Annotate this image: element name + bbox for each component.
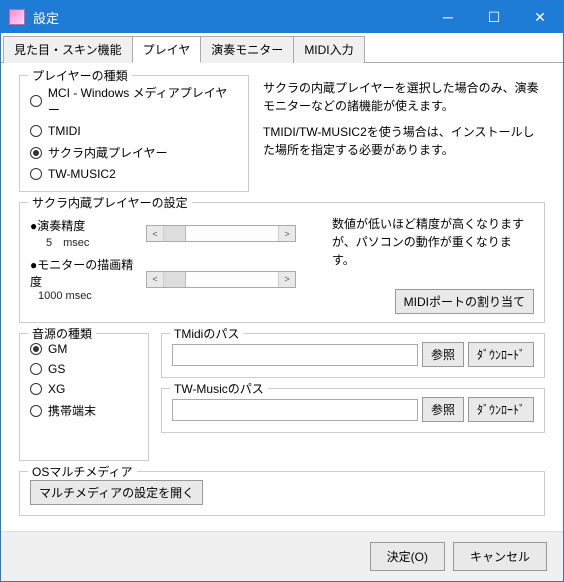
- dialog-footer: 決定(O) キャンセル: [1, 531, 563, 581]
- player-type-legend: プレイヤーの種類: [28, 67, 132, 84]
- source-legend: 音源の種類: [28, 325, 96, 342]
- radio-label: GS: [48, 362, 65, 376]
- radio-icon: [30, 95, 42, 107]
- player-type-group: プレイヤーの種類 MCI - Windows メディアプレイヤー TMIDI サ…: [19, 75, 249, 192]
- app-icon: [9, 9, 25, 25]
- radio-label: MCI - Windows メディアプレイヤー: [48, 84, 238, 118]
- tmidi-legend: TMidiのパス: [170, 325, 243, 342]
- radio-xg[interactable]: XG: [30, 382, 138, 396]
- radio-icon: [30, 383, 42, 395]
- precision-label: ●演奏精度: [30, 217, 138, 234]
- radio-icon: [30, 168, 42, 180]
- window-controls: ─ ☐ ✕: [425, 1, 563, 33]
- tmidi-download-button[interactable]: ﾀﾞｳﾝﾛｰﾄﾞ: [468, 342, 534, 367]
- radio-icon: [30, 405, 42, 417]
- radio-sakura[interactable]: サクラ内蔵プレイヤー: [30, 144, 238, 161]
- radio-label: 携帯端末: [48, 402, 96, 419]
- radio-label: サクラ内蔵プレイヤー: [48, 144, 168, 161]
- slider-left-icon[interactable]: <: [147, 272, 164, 287]
- window-title: 設定: [33, 8, 425, 27]
- tab-midi-input[interactable]: MIDI入力: [293, 36, 364, 63]
- close-button[interactable]: ✕: [517, 1, 563, 33]
- tmidi-path-input[interactable]: [172, 344, 418, 366]
- radio-label: GM: [48, 342, 67, 356]
- radio-gm[interactable]: GM: [30, 342, 138, 356]
- radio-icon: [30, 343, 42, 355]
- maximize-button[interactable]: ☐: [471, 1, 517, 33]
- info-line-1: サクラの内蔵プレイヤーを選択した場合のみ、演奏モニターなどの諸機能が使えます。: [263, 79, 545, 115]
- slider-right-icon[interactable]: >: [278, 272, 295, 287]
- slider-right-icon[interactable]: >: [278, 226, 295, 241]
- radio-icon: [30, 363, 42, 375]
- monitor-slider[interactable]: < >: [146, 271, 296, 288]
- slider-left-icon[interactable]: <: [147, 226, 164, 241]
- settings-window: 設定 ─ ☐ ✕ 見た目・スキン機能 プレイヤ 演奏モニター MIDI入力 プレ…: [0, 0, 564, 582]
- radio-label: TW-MUSIC2: [48, 167, 116, 181]
- radio-gs[interactable]: GS: [30, 362, 138, 376]
- tab-content: プレイヤーの種類 MCI - Windows メディアプレイヤー TMIDI サ…: [1, 63, 563, 531]
- radio-icon: [30, 125, 42, 137]
- twmusic-legend: TW-Musicのパス: [170, 380, 268, 397]
- titlebar: 設定 ─ ☐ ✕: [1, 1, 563, 33]
- precision-slider[interactable]: < >: [146, 225, 296, 242]
- radio-tmidi[interactable]: TMIDI: [30, 124, 238, 138]
- source-type-group: 音源の種類 GM GS XG 携帯端末: [19, 333, 149, 461]
- slider-track[interactable]: [164, 272, 278, 287]
- tab-appearance[interactable]: 見た目・スキン機能: [3, 36, 133, 63]
- monitor-precision-label: ●モニターの描画精度: [30, 256, 138, 290]
- playback-settings-group: サクラ内蔵プレイヤーの設定 ●演奏精度 5 msec < >: [19, 202, 545, 323]
- twmusic-download-button[interactable]: ﾀﾞｳﾝﾛｰﾄﾞ: [468, 397, 534, 422]
- playback-legend: サクラ内蔵プレイヤーの設定: [28, 194, 192, 211]
- midi-port-button[interactable]: MIDIポートの割り当て: [395, 289, 534, 314]
- info-line-2: TMIDI/TW-MUSIC2を使う場合は、インストールした場所を指定する必要が…: [263, 123, 545, 159]
- minimize-button[interactable]: ─: [425, 1, 471, 33]
- tab-monitor[interactable]: 演奏モニター: [200, 36, 294, 63]
- radio-mci[interactable]: MCI - Windows メディアプレイヤー: [30, 84, 238, 118]
- slider-thumb[interactable]: [164, 226, 186, 241]
- slider-thumb[interactable]: [164, 272, 186, 287]
- radio-mobile[interactable]: 携帯端末: [30, 402, 138, 419]
- radio-icon: [30, 147, 42, 159]
- player-info-text: サクラの内蔵プレイヤーを選択した場合のみ、演奏モニターなどの諸機能が使えます。 …: [263, 75, 545, 192]
- precision-value: 5 msec: [30, 234, 138, 250]
- os-multimedia-legend: OSマルチメディア: [28, 463, 137, 480]
- tmidi-path-group: TMidiのパス 参照 ﾀﾞｳﾝﾛｰﾄﾞ: [161, 333, 545, 378]
- tmidi-browse-button[interactable]: 参照: [422, 342, 464, 367]
- tab-player[interactable]: プレイヤ: [132, 36, 202, 63]
- radio-twmusic[interactable]: TW-MUSIC2: [30, 167, 238, 181]
- ok-button[interactable]: 決定(O): [370, 542, 445, 571]
- os-multimedia-group: OSマルチメディア マルチメディアの設定を開く: [19, 471, 545, 516]
- twmusic-path-group: TW-Musicのパス 参照 ﾀﾞｳﾝﾛｰﾄﾞ: [161, 388, 545, 433]
- radio-label: TMIDI: [48, 124, 81, 138]
- twmusic-path-input[interactable]: [172, 399, 418, 421]
- monitor-precision-value: 1000 msec: [30, 290, 138, 302]
- cancel-button[interactable]: キャンセル: [453, 542, 547, 571]
- tab-bar: 見た目・スキン機能 プレイヤ 演奏モニター MIDI入力: [1, 33, 563, 63]
- slider-track[interactable]: [164, 226, 278, 241]
- radio-label: XG: [48, 382, 65, 396]
- open-multimedia-button[interactable]: マルチメディアの設定を開く: [30, 480, 203, 505]
- twmusic-browse-button[interactable]: 参照: [422, 397, 464, 422]
